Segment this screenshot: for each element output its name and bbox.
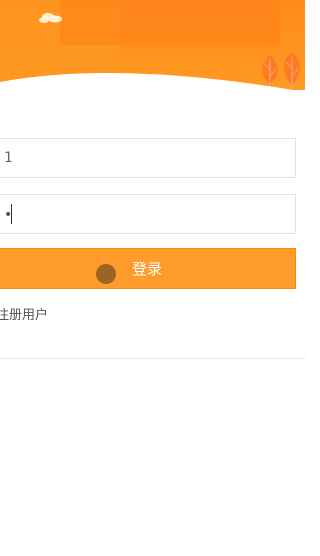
header-banner: [0, 0, 305, 110]
password-field[interactable]: •: [0, 194, 296, 234]
header-illustration: [0, 0, 305, 110]
login-button-label: 登录: [131, 260, 162, 278]
login-button[interactable]: 登录: [0, 248, 296, 289]
login-card: • 登录 注册用户: [0, 110, 305, 359]
touch-indicator: [96, 264, 116, 284]
text-caret: [11, 204, 12, 224]
username-field[interactable]: [0, 138, 296, 178]
register-link[interactable]: 注册用户: [0, 304, 48, 323]
username-input[interactable]: [0, 139, 295, 177]
